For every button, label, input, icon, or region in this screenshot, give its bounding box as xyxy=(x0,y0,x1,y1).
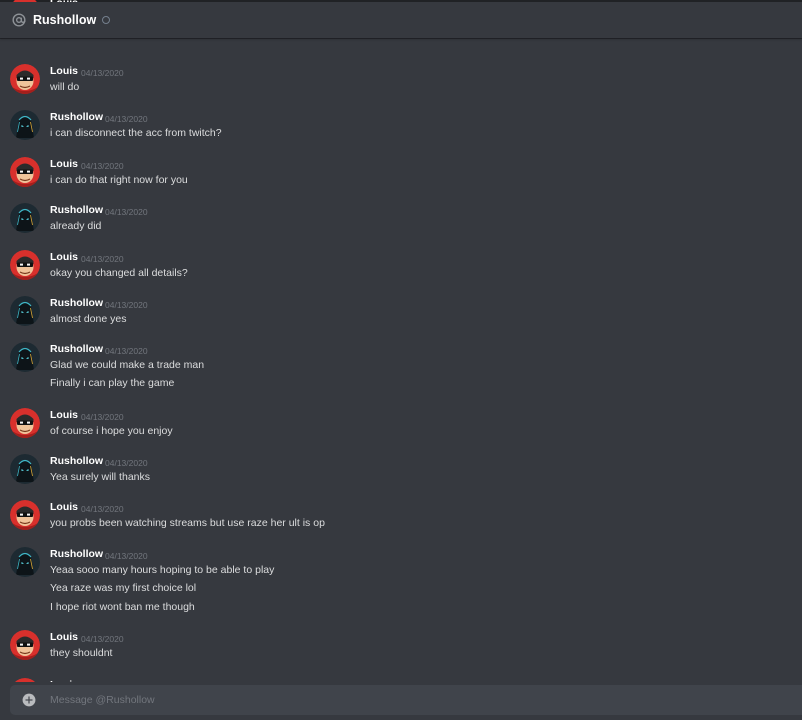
message-timestamp: 04/13/2020 xyxy=(105,345,148,356)
avatar[interactable] xyxy=(10,342,40,372)
message-timestamp: 04/13/2020 xyxy=(81,67,124,78)
avatar[interactable] xyxy=(10,454,40,484)
message-text: of course i hope you enjoy xyxy=(50,424,173,437)
message-text: Finally i can play the game xyxy=(50,377,175,389)
message-author[interactable]: Rushollow xyxy=(50,111,103,123)
message-timestamp: 04/13/2020 xyxy=(81,633,124,644)
avatar[interactable] xyxy=(10,110,40,140)
avatar[interactable] xyxy=(10,500,40,530)
message-text: will do xyxy=(50,80,80,93)
message-text: Yea raze was my first choice lol xyxy=(50,582,197,594)
message-author[interactable]: Louis xyxy=(50,631,78,643)
message-timestamp: 04/13/2020 xyxy=(105,457,148,468)
message-timestamp: 04/13/2020 xyxy=(105,299,148,310)
message-author[interactable]: Rushollow xyxy=(50,343,103,355)
avatar[interactable] xyxy=(10,630,40,660)
avatar[interactable] xyxy=(10,203,40,233)
avatar[interactable] xyxy=(10,250,40,280)
message-text: they shouldnt xyxy=(50,646,113,659)
message-input-placeholder[interactable]: Message @Rushollow xyxy=(50,694,155,706)
message-timestamp: 04/13/2020 xyxy=(81,411,124,422)
message-text: Yeaa sooo many hours hoping to be able t… xyxy=(50,563,275,576)
avatar[interactable] xyxy=(10,408,40,438)
message-author[interactable]: Louis xyxy=(50,65,78,77)
status-offline-icon xyxy=(102,16,111,24)
message-text: i can do that right now for you xyxy=(50,173,188,186)
avatar[interactable] xyxy=(10,64,40,94)
message-timestamp: 04/13/2020 xyxy=(81,253,124,264)
message-timestamp: 04/13/2020 xyxy=(105,550,148,561)
message-text: Glad we could make a trade man xyxy=(50,358,205,371)
message-timestamp: 04/13/2020 xyxy=(81,160,124,171)
message-text: already did xyxy=(50,219,102,232)
message-author[interactable]: Louis xyxy=(50,251,78,263)
message-text: you probs been watching streams but use … xyxy=(50,516,325,529)
message-author[interactable]: Rushollow xyxy=(50,204,103,216)
avatar[interactable] xyxy=(10,157,40,187)
at-icon xyxy=(12,13,26,27)
message-author[interactable]: Rushollow xyxy=(50,548,103,560)
message-author[interactable]: Rushollow xyxy=(50,455,103,467)
channel-header: Rushollow xyxy=(0,2,802,38)
message-text: Yea surely will thanks xyxy=(50,470,150,483)
channel-title[interactable]: Rushollow xyxy=(33,13,96,27)
message-author[interactable]: Louis xyxy=(50,501,78,513)
message-author[interactable]: Louis xyxy=(50,409,78,421)
message-list[interactable]: Louis04/13/2020ok hold on pls Louis04/13… xyxy=(0,0,802,720)
message-input-box[interactable]: Message @Rushollow xyxy=(10,685,802,715)
dm-chat-window: Louis04/13/2020ok hold on pls Louis04/13… xyxy=(0,0,802,720)
composer-area: Message @Rushollow xyxy=(0,682,802,720)
message-text: I hope riot wont ban me though xyxy=(50,600,195,613)
avatar[interactable] xyxy=(10,547,40,577)
message-timestamp: 04/13/2020 xyxy=(81,503,124,514)
avatar[interactable] xyxy=(10,296,40,326)
message-author[interactable]: Rushollow xyxy=(50,297,103,309)
plus-circle-icon[interactable] xyxy=(22,693,36,707)
message-text: almost done yes xyxy=(50,312,127,325)
message-text: i can disconnect the acc from twitch? xyxy=(50,126,222,139)
message-text: okay you changed all details? xyxy=(50,266,188,279)
message-timestamp: 04/13/2020 xyxy=(105,206,148,217)
message-timestamp: 04/13/2020 xyxy=(105,113,148,124)
message-author[interactable]: Louis xyxy=(50,158,78,170)
